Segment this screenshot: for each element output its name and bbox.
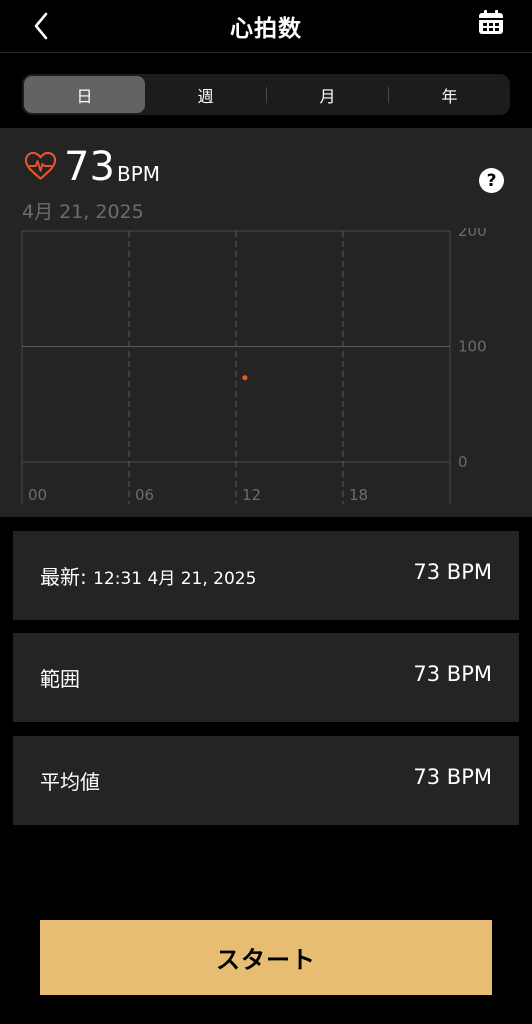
stat-average: 平均値 73 BPM [13, 736, 519, 825]
stat-range-value: 73 BPM [413, 662, 492, 686]
selected-date: 4月 21, 2025 [22, 201, 144, 223]
stat-latest-label: 最新: 12:31 4月 21, 2025 [40, 561, 256, 590]
help-button[interactable]: ? [479, 168, 504, 193]
chart-y-tick-label: 100 [458, 338, 487, 356]
calendar-icon [479, 10, 503, 34]
chart-x-tick-label: 00 [28, 486, 47, 504]
tab-month[interactable]: 月 [267, 76, 388, 113]
calendar-button[interactable] [478, 10, 506, 38]
chart-tick-labels: 00 06 12 18 200 100 0 [28, 228, 487, 504]
stat-latest-value: 73 BPM [413, 560, 492, 584]
chart-grid [21, 230, 451, 504]
chart-y-tick-label: 0 [458, 453, 468, 471]
stat-average-value: 73 BPM [413, 765, 492, 789]
chart-x-tick-label: 18 [349, 486, 368, 504]
stat-latest-title: 最新: [40, 565, 87, 589]
stat-latest: 最新: 12:31 4月 21, 2025 73 BPM [13, 531, 519, 620]
period-tabs: 日 週 月 年 [22, 74, 510, 115]
chart-y-tick-label: 200 [458, 228, 487, 240]
start-button[interactable]: スタート [40, 920, 492, 995]
chart-x-tick-label: 12 [242, 486, 261, 504]
page-title: 心拍数 [230, 16, 302, 42]
current-bpm-value: 73 [64, 144, 115, 190]
stat-average-label: 平均値 [40, 770, 100, 794]
nav-header: 心拍数 [0, 0, 532, 53]
heart-rate-chart: 00 06 12 18 200 100 0 [21, 228, 487, 504]
chart-x-tick-label: 06 [135, 486, 154, 504]
stat-latest-time: 12:31 4月 21, 2025 [93, 569, 257, 589]
heart-rate-screen: 心拍数 日 週 月 年 73 BPM 4月 21, 2025 ? 00 06 1… [0, 0, 532, 1024]
tab-day[interactable]: 日 [24, 76, 145, 113]
current-bpm-unit: BPM [117, 162, 161, 186]
stat-range: 範囲 73 BPM [13, 633, 519, 722]
chart-data-point [242, 375, 248, 381]
heart-rate-icon [24, 151, 57, 180]
stat-range-label: 範囲 [40, 667, 80, 691]
tab-year[interactable]: 年 [389, 76, 510, 113]
chart-points [242, 375, 248, 381]
tab-week[interactable]: 週 [145, 76, 266, 113]
